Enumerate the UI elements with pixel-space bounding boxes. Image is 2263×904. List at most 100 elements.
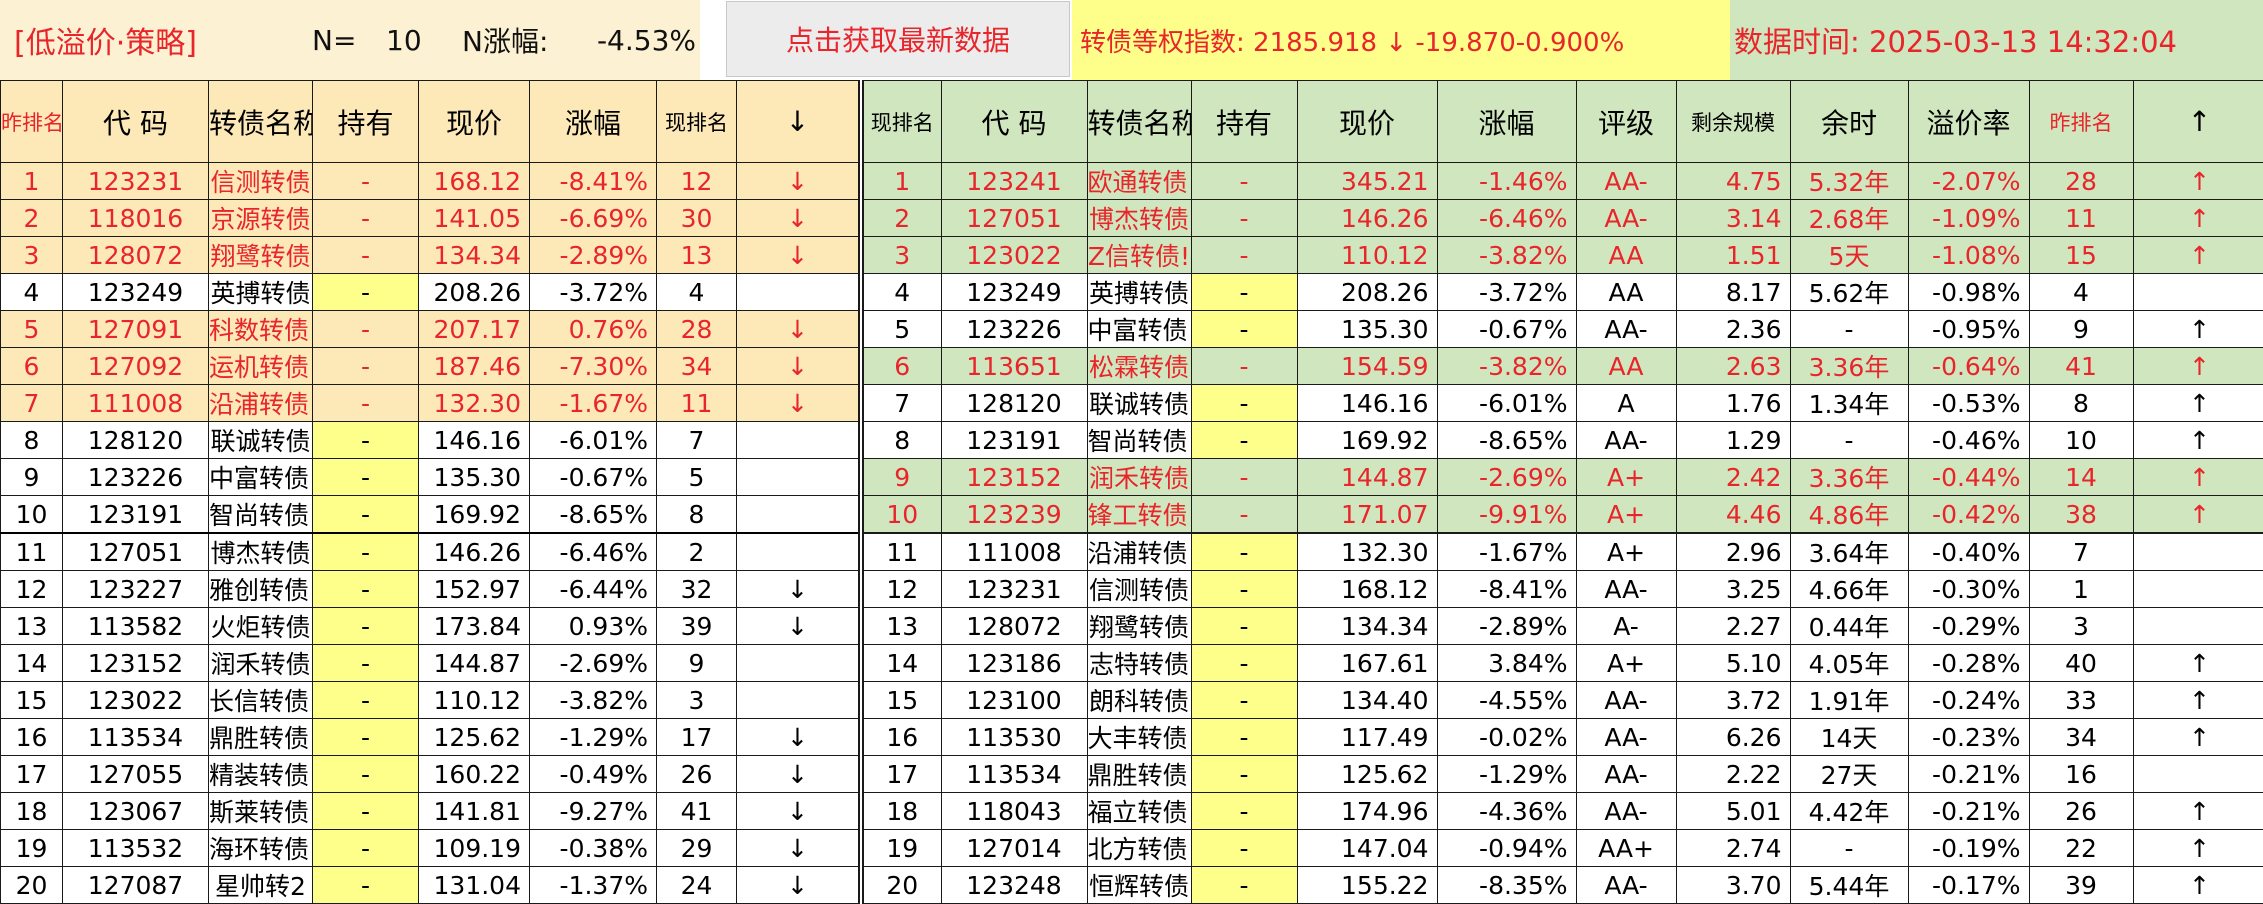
table-row[interactable]: 4 123249 英搏转债 -208.26 -3.72% AA 8.17 5.62年 -0.98… <box>858 273 2263 311</box>
table-row[interactable]: 2 118016 京源转债 -141.05 -6.69% 30 ↓ <box>0 199 859 237</box>
table-row[interactable]: 6 127092 运机转债! -187.46 -7.30% 34 ↓ <box>0 347 859 385</box>
col-code[interactable]: 代 码 <box>62 80 209 163</box>
table-row[interactable]: 15 123022 长信转债! -110.12 -3.82% 3 <box>0 681 859 719</box>
col-code[interactable]: 代 码 <box>940 80 1088 163</box>
col-bond-name[interactable]: 转债名称 <box>1086 80 1192 163</box>
col-change[interactable]: 涨幅 <box>529 80 657 163</box>
table-row[interactable]: 19 127014 北方转债! -147.04 -0.94% AA+ 2.74- -0.19%… <box>858 829 2263 867</box>
table-row[interactable]: 20 123248 恒辉转债 -155.22 -8.35% AA- 3.70 5.44年 -0.… <box>858 866 2263 904</box>
cell-yesterday-rank: 7 <box>2028 532 2134 571</box>
table-row[interactable]: 3 123022 Z信转债! -110.12 -3.82% AA 1.51 5天 -1.08% 1… <box>858 236 2263 274</box>
cell-current-rank: 3 <box>656 681 737 719</box>
table-row[interactable]: 14 123186 志特转债 -167.61 3.84% A+ 5.10 4.05年 -0.28… <box>858 644 2263 682</box>
cell-bond-name: 海环转债! <box>208 829 313 867</box>
cell-remaining-size: 2.63 <box>1675 347 1791 385</box>
cell-up-arrow-icon: ↑ <box>2132 792 2263 830</box>
table-row[interactable]: 16 113534 鼎胜转债! -125.62 -1.29% 17 ↓ <box>0 718 859 756</box>
table-row[interactable]: 5 127091 科数转债! -207.17 0.76% 28 ↓ <box>0 310 859 348</box>
table-row[interactable]: 20 127087 星帅转2-131.04 -1.37% 24 ↓ <box>0 866 859 904</box>
cell-holding: - <box>1190 199 1298 237</box>
cell-price: 208.26 <box>1296 273 1438 311</box>
col-price[interactable]: 现价 <box>418 80 530 163</box>
cell-change: -4.36% <box>1436 792 1577 830</box>
cell-bond-name: 中富转债! <box>208 458 313 496</box>
table-row[interactable]: 9 123226 中富转债! -135.30 -0.67% 5 <box>0 458 859 496</box>
cell-remaining-time: 5.32年 <box>1789 162 1909 200</box>
col-yesterday-rank[interactable]: 昨排名 <box>2028 80 2134 163</box>
table-row[interactable]: 10 123191 智尚转债! -169.92 -8.65% 8 <box>0 495 859 534</box>
cell-premium-rate: -0.24% <box>1907 681 2030 719</box>
table-row[interactable]: 19 113532 海环转债! -109.19 -0.38% 29 ↓ <box>0 829 859 867</box>
table-row[interactable]: 11 127051 博杰转债 -146.26 -6.46% 2 <box>0 532 859 571</box>
cell-code: 127091 <box>62 310 209 348</box>
table-row[interactable]: 18 123067 斯莱转债! -141.81 -9.27% 41 ↓ <box>0 792 859 830</box>
table-row[interactable]: 8 128120 联诚转债 -146.16 -6.01% 7 <box>0 421 859 459</box>
table-row[interactable]: 5 123226 中富转债! -135.30 -0.67% AA- 2.36- -0.95% 9… <box>858 310 2263 348</box>
n-value[interactable]: 10 <box>386 0 436 80</box>
table-row[interactable]: 10 123239 锋工转债! -171.07 -9.91% A+ 4.46 4.86年 -0.… <box>858 495 2263 534</box>
table-row[interactable]: 7 111008 沿浦转债! -132.30 -1.67% 11 ↓ <box>0 384 859 422</box>
col-premium-rate[interactable]: 溢价率 <box>1907 80 2030 163</box>
cell-premium-rate: -0.44% <box>1907 458 2030 496</box>
table-row[interactable]: 14 123152 润禾转债 -144.87 -2.69% 9 <box>0 644 859 682</box>
cell-holding: - <box>312 829 419 867</box>
table-row[interactable]: 13 128072 翔鹭转债 -134.34 -2.89% A- 2.27 0.44年 -0.2… <box>858 607 2263 645</box>
col-price[interactable]: 现价 <box>1296 80 1438 163</box>
table-row[interactable]: 13 113582 火炬转债 -173.84 0.93% 39 ↓ <box>0 607 859 645</box>
col-remaining-size[interactable]: 剩余规模 <box>1675 80 1791 163</box>
cell-change: -2.89% <box>529 236 657 274</box>
cell-current-rank: 12 <box>656 162 737 200</box>
cell-holding: - <box>312 607 419 645</box>
cell-yesterday-rank: 5 <box>0 310 63 348</box>
col-remaining-time[interactable]: 余时 <box>1789 80 1909 163</box>
cell-bond-name: 北方转债! <box>1086 829 1192 867</box>
table-row[interactable]: 16 113530 大丰转债! -117.49 -0.02% AA- 6.26 14天 -0.2… <box>858 718 2263 756</box>
table-row[interactable]: 8 123191 智尚转债! -169.92 -8.65% AA- 1.29- -0.46% 1… <box>858 421 2263 459</box>
table-row[interactable]: 6 113651 松霖转债 -154.59 -3.82% AA 2.63 3.36年 -0.64… <box>858 347 2263 385</box>
cell-price: 135.30 <box>1296 310 1438 348</box>
table-row[interactable]: 17 113534 鼎胜转债! -125.62 -1.29% AA- 2.22 27天 -0.2… <box>858 755 2263 793</box>
cell-rating: AA- <box>1575 755 1677 793</box>
table-row[interactable]: 9 123152 润禾转债 -144.87 -2.69% A+ 2.42 3.36年 -0.44… <box>858 458 2263 496</box>
cell-rating: A+ <box>1575 644 1677 682</box>
cell-holding: - <box>312 273 419 311</box>
table-row[interactable]: 3 128072 翔鹭转债 -134.34 -2.89% 13 ↓ <box>0 236 859 274</box>
col-rating[interactable]: 评级 <box>1575 80 1677 163</box>
cell-remaining-size: 2.96 <box>1675 532 1791 571</box>
table-row[interactable]: 12 123231 信测转债 -168.12 -8.41% AA- 3.25 4.66年 -0.… <box>858 570 2263 608</box>
table-row[interactable]: 1 123231 信测转债 -168.12 -8.41% 12 ↓ <box>0 162 859 200</box>
cell-bond-name: 智尚转债! <box>208 495 313 534</box>
cell-remaining-time: 5天 <box>1789 236 1909 274</box>
col-holding[interactable]: 持有 <box>312 80 419 163</box>
fetch-latest-data-button[interactable]: 点击获取最新数据 <box>726 1 1070 77</box>
cell-bond-name: 星帅转2 <box>208 866 313 904</box>
cell-premium-rate: -0.30% <box>1907 570 2030 608</box>
cell-price: 146.16 <box>418 421 530 459</box>
table-row[interactable]: 18 118043 福立转债! -174.96 -4.36% AA- 5.01 4.42年 -0… <box>858 792 2263 830</box>
cell-bond-name: 欧通转债! <box>1086 162 1192 200</box>
table-row[interactable]: 4 123249 英搏转债 -208.26 -3.72% 4 <box>0 273 859 311</box>
cell-change: -4.55% <box>1436 681 1577 719</box>
cell-holding: - <box>1190 458 1298 496</box>
col-change[interactable]: 涨幅 <box>1436 80 1577 163</box>
col-yesterday-rank[interactable]: 昨排名 <box>0 80 63 163</box>
cell-remaining-size: 2.74 <box>1675 829 1791 867</box>
cell-bond-name: 鼎胜转债! <box>208 718 313 756</box>
table-row[interactable]: 7 128120 联诚转债 -146.16 -6.01% A 1.76 1.34年 -0.53%… <box>858 384 2263 422</box>
table-row[interactable]: 12 123227 雅创转债! -152.97 -6.44% 32 ↓ <box>0 570 859 608</box>
cell-yesterday-rank: 10 <box>0 495 63 534</box>
table-row[interactable]: 17 127055 精装转债! -160.22 -0.49% 26 ↓ <box>0 755 859 793</box>
table-row[interactable]: 1 123241 欧通转债! -345.21 -1.46% AA- 4.75 5.32年 -2.… <box>858 162 2263 200</box>
col-bond-name[interactable]: 转债名称 <box>208 80 313 163</box>
table-row[interactable]: 11 111008 沿浦转债! -132.30 -1.67% A+ 2.96 3.64年 -0.… <box>858 532 2263 571</box>
cell-current-rank: 2 <box>858 199 942 237</box>
cell-rating: A- <box>1575 607 1677 645</box>
table-row[interactable]: 15 123100 朗科转债 -134.40 -4.55% AA- 3.72 1.91年 -0.… <box>858 681 2263 719</box>
cell-current-rank: 13 <box>656 236 737 274</box>
cell-yesterday-rank: 8 <box>0 421 63 459</box>
col-current-rank[interactable]: 现排名 <box>858 80 942 163</box>
cell-holding: - <box>1190 644 1298 682</box>
col-current-rank[interactable]: 现排名 <box>656 80 737 163</box>
table-row[interactable]: 2 127051 博杰转债 -146.26 -6.46% AA- 3.14 2.68年 -1.0… <box>858 199 2263 237</box>
col-holding[interactable]: 持有 <box>1190 80 1298 163</box>
